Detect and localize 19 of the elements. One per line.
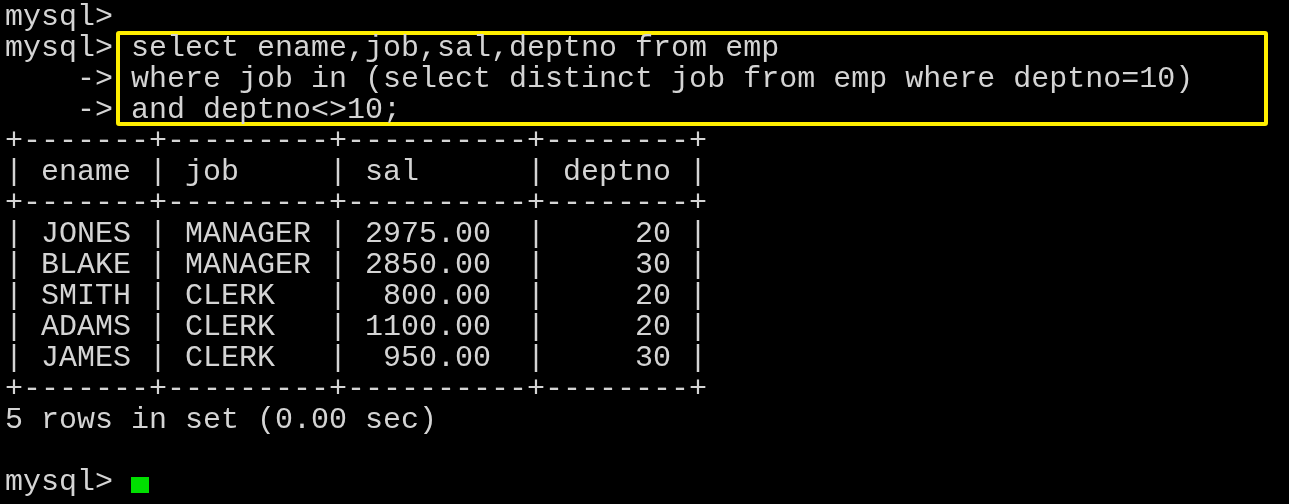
table-border: +-------+---------+----------+--------+ xyxy=(5,374,708,405)
prompt: -> xyxy=(76,95,114,126)
table-row: | BLAKE | MANAGER | 2850.00 | 30 | xyxy=(5,250,708,281)
prompt: mysql> xyxy=(5,2,114,33)
text-cursor xyxy=(131,477,150,493)
result-summary: 5 rows in set (0.00 sec) xyxy=(5,405,438,436)
table-row: | JAMES | CLERK | 950.00 | 30 | xyxy=(5,343,708,374)
sql-command: where job in (select distinct job from emp where deptno=10) xyxy=(131,64,1194,95)
sql-command: and deptno<>10; xyxy=(131,95,402,122)
table-row: | ADAMS | CLERK | 1100.00 | 20 | xyxy=(5,312,708,343)
prompt: mysql> xyxy=(5,467,114,498)
prompt: -> xyxy=(76,64,114,95)
table-row: | JONES | MANAGER | 2975.00 | 20 | xyxy=(5,219,708,250)
prompt: mysql> xyxy=(5,33,114,64)
table-row: | ename | job | sal | deptno | xyxy=(5,157,708,188)
table-row: | SMITH | CLERK | 800.00 | 20 | xyxy=(5,281,708,312)
sql-command: select ename,job,sal,deptno from emp xyxy=(131,33,780,64)
table-border: +-------+---------+----------+--------+ xyxy=(5,188,708,219)
table-border: +-------+---------+----------+--------+ xyxy=(5,126,708,157)
